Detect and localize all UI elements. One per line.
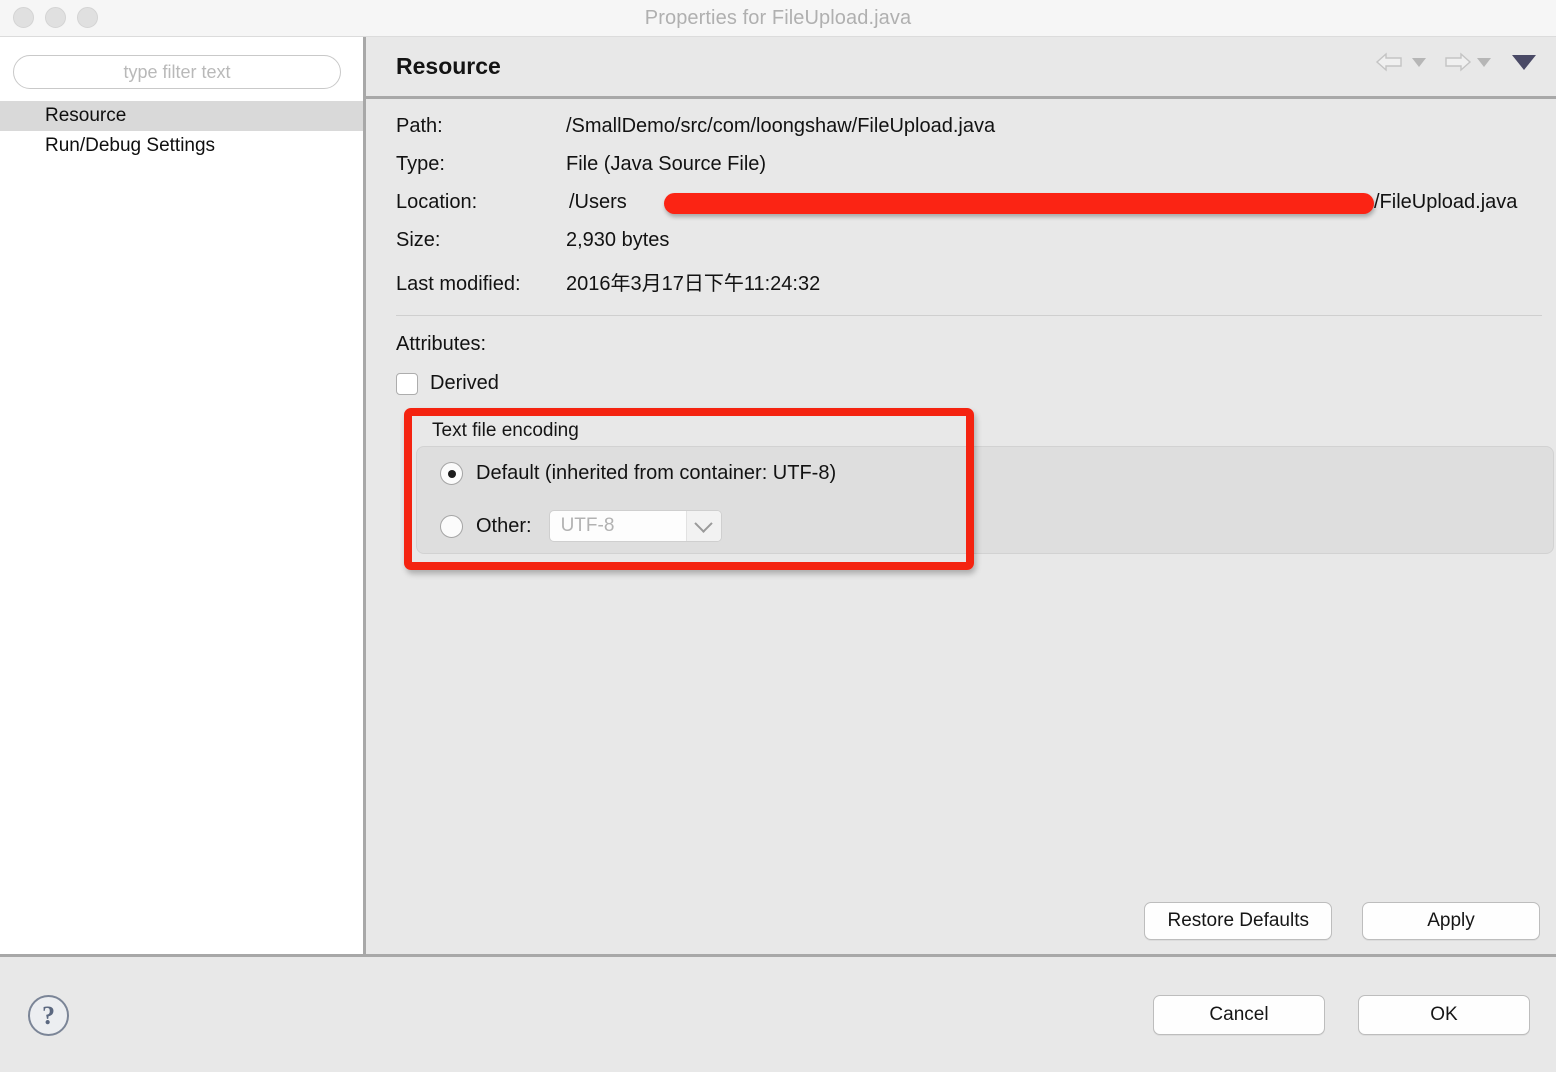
dialog-footer: ? Cancel OK xyxy=(0,957,1556,1072)
property-row-path: Path: /SmallDemo/src/com/loongshaw/FileU… xyxy=(396,115,1556,153)
property-label: Path: xyxy=(396,115,443,137)
derived-label: Derived xyxy=(430,372,499,394)
sidebar-item-resource[interactable]: Resource xyxy=(0,101,363,131)
property-label: Location: xyxy=(396,191,478,213)
sidebar-item-run-debug-settings[interactable]: Run/Debug Settings xyxy=(0,131,363,161)
encoding-other-radio[interactable] xyxy=(440,514,463,538)
property-value: /SmallDemo/src/com/loongshaw/FileUpload.… xyxy=(566,115,996,137)
footer-buttons: Cancel OK xyxy=(1153,995,1530,1035)
ok-button[interactable]: OK xyxy=(1358,995,1530,1035)
property-label: Type: xyxy=(396,153,445,175)
encoding-select[interactable]: UTF-8 xyxy=(548,510,722,542)
zoom-button[interactable] xyxy=(77,7,98,28)
property-row-size: Size: 2,930 bytes xyxy=(396,229,1556,267)
navigation-icons xyxy=(1374,47,1538,77)
property-label: Last modified: xyxy=(396,273,521,295)
properties-dialog: Properties for FileUpload.java Resource … xyxy=(0,0,1556,1072)
property-label: Size: xyxy=(396,229,441,251)
page-header: Resource xyxy=(366,37,1556,99)
apply-button[interactable]: Apply xyxy=(1362,902,1540,940)
main-panel: Resource Path: /SmallDemo/src/com/loongs… xyxy=(366,37,1556,954)
property-value: /Users /FileUpload.java xyxy=(566,191,1517,214)
encoding-other-row[interactable]: Other: UTF-8 xyxy=(440,510,722,542)
property-value: 2,930 bytes xyxy=(566,229,670,251)
back-history-chevron-down-icon[interactable] xyxy=(1412,57,1426,67)
encoding-group-title: Text file encoding xyxy=(432,420,579,441)
encoding-other-label: Other: xyxy=(476,514,532,537)
property-list: Path: /SmallDemo/src/com/loongshaw/FileU… xyxy=(396,99,1556,305)
property-row-type: Type: File (Java Source File) xyxy=(396,153,1556,191)
sidebar-item-label: Resource xyxy=(45,105,127,126)
sidebar: Resource Run/Debug Settings xyxy=(0,37,366,954)
help-icon[interactable]: ? xyxy=(28,995,69,1036)
sidebar-item-label: Run/Debug Settings xyxy=(45,135,216,156)
encoding-default-row[interactable]: Default (inherited from container: UTF-8… xyxy=(440,462,836,485)
settings-tree: Resource Run/Debug Settings xyxy=(0,101,363,161)
encoding-default-radio[interactable] xyxy=(440,462,463,485)
redaction-bar xyxy=(664,193,1374,214)
forward-history-chevron-down-icon[interactable] xyxy=(1477,57,1491,67)
chevron-down-icon[interactable] xyxy=(1512,54,1536,70)
minimize-button[interactable] xyxy=(45,7,66,28)
window-title: Properties for FileUpload.java xyxy=(644,6,912,29)
property-value: 2016年3月17日下午11:24:32 xyxy=(566,273,821,295)
derived-checkbox[interactable] xyxy=(396,372,418,395)
back-arrow-icon[interactable] xyxy=(1374,47,1408,77)
forward-arrow-icon[interactable] xyxy=(1439,47,1473,77)
section-divider xyxy=(396,315,1542,316)
location-suffix: /FileUpload.java xyxy=(1374,191,1518,213)
encoding-default-label: Default (inherited from container: UTF-8… xyxy=(476,462,837,484)
dialog-body: Resource Run/Debug Settings Resource xyxy=(0,37,1556,957)
chevron-down-icon[interactable] xyxy=(685,511,721,541)
property-row-location: Location: /Users /FileUpload.java xyxy=(396,191,1556,229)
title-bar: Properties for FileUpload.java xyxy=(0,0,1556,37)
chevron-glyph xyxy=(694,513,713,533)
derived-checkbox-row[interactable]: Derived xyxy=(396,372,1556,395)
resource-page: Path: /SmallDemo/src/com/loongshaw/FileU… xyxy=(366,99,1556,954)
restore-defaults-button[interactable]: Restore Defaults xyxy=(1144,902,1332,940)
property-value: File (Java Source File) xyxy=(566,153,767,175)
cancel-button[interactable]: Cancel xyxy=(1153,995,1325,1035)
page-title: Resource xyxy=(396,53,501,79)
panel-buttons: Restore Defaults Apply xyxy=(1144,902,1540,940)
location-prefix: /Users xyxy=(569,191,627,213)
encoding-select-value: UTF-8 xyxy=(560,515,615,536)
property-row-last-modified: Last modified: 2016年3月17日下午11:24:32 xyxy=(396,267,1556,305)
filter-box[interactable] xyxy=(13,55,341,89)
traffic-lights xyxy=(13,7,98,28)
close-button[interactable] xyxy=(13,7,34,28)
search-input[interactable] xyxy=(14,61,340,83)
attributes-label: Attributes: xyxy=(396,333,487,355)
